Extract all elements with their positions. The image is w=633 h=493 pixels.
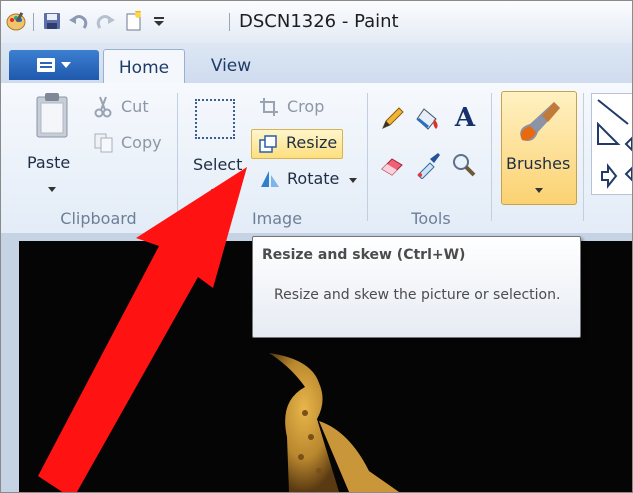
rotate-label: Rotate xyxy=(287,169,340,188)
title-separator xyxy=(33,13,34,31)
group-separator xyxy=(491,93,492,221)
fill-icon[interactable] xyxy=(414,105,442,133)
copy-icon xyxy=(94,133,113,153)
crop-label: Crop xyxy=(287,97,325,116)
brushes-button[interactable]: Brushes xyxy=(501,91,577,205)
title-separator xyxy=(229,13,230,31)
chevron-down-icon xyxy=(61,62,71,68)
select-button[interactable]: Select xyxy=(187,93,247,201)
rotate-button[interactable]: Rotate xyxy=(257,167,357,193)
tab-home[interactable]: Home xyxy=(103,49,185,85)
menu-icon xyxy=(37,58,55,72)
resize-label: Resize xyxy=(286,133,338,152)
redo-icon[interactable] xyxy=(95,10,117,32)
paste-label: Paste xyxy=(27,153,71,172)
color-picker-icon[interactable] xyxy=(414,151,442,180)
paste-button[interactable]: Paste xyxy=(23,91,81,199)
file-menu-button[interactable] xyxy=(9,50,99,80)
title-bar: DSCN1326 - Paint xyxy=(1,1,632,43)
ribbon-tab-bar: Home View xyxy=(1,43,632,85)
copy-button[interactable]: Copy xyxy=(93,131,168,157)
shapes-icon xyxy=(597,99,632,189)
group-separator xyxy=(583,93,584,221)
brush-icon xyxy=(520,102,560,141)
cut-button[interactable]: Cut xyxy=(93,95,163,121)
chevron-down-icon xyxy=(349,178,357,183)
clipboard-group-label: Clipboard xyxy=(60,209,137,228)
crop-icon xyxy=(260,98,278,116)
eraser-icon[interactable] xyxy=(378,151,406,179)
group-separator xyxy=(367,93,368,221)
image-group-label: Image xyxy=(251,209,303,228)
resize-button[interactable]: Resize xyxy=(251,129,343,159)
paste-icon xyxy=(36,93,68,138)
text-icon[interactable]: A xyxy=(450,103,480,133)
undo-icon[interactable] xyxy=(67,10,89,32)
scissors-icon xyxy=(94,96,112,118)
copy-label: Copy xyxy=(121,133,162,152)
shapes-gallery[interactable] xyxy=(591,93,632,195)
resize-icon xyxy=(259,135,277,153)
tooltip-title: Resize and skew (Ctrl+W) xyxy=(262,247,466,263)
cut-label: Cut xyxy=(121,97,149,116)
brushes-label: Brushes xyxy=(506,154,571,173)
crop-button[interactable]: Crop xyxy=(257,95,337,121)
select-label: Select xyxy=(193,155,243,174)
pencil-icon[interactable] xyxy=(378,105,406,133)
group-separator xyxy=(177,93,178,221)
rotate-icon xyxy=(261,171,279,187)
paint-window: DSCN1326 - Paint Home View Paste Cut Cop… xyxy=(0,0,633,493)
chevron-down-icon xyxy=(535,188,543,193)
window-title: DSCN1326 - Paint xyxy=(239,11,399,32)
chevron-down-icon xyxy=(48,187,56,192)
customize-dropdown-icon[interactable] xyxy=(151,10,167,32)
new-file-icon[interactable] xyxy=(123,10,145,32)
paint-app-icon[interactable] xyxy=(5,10,27,32)
resize-tooltip: Resize and skew (Ctrl+W) Resize and skew… xyxy=(252,236,581,338)
selection-icon xyxy=(195,99,235,139)
magnifier-icon[interactable] xyxy=(450,151,478,179)
chevron-down-icon xyxy=(211,189,219,194)
tooltip-description: Resize and skew the picture or selection… xyxy=(274,287,561,303)
ribbon: Paste Cut Copy Clipboard Select Crop Res… xyxy=(1,83,632,234)
tab-view[interactable]: View xyxy=(196,49,266,83)
tools-group-label: Tools xyxy=(411,209,451,228)
save-icon[interactable] xyxy=(41,10,63,32)
